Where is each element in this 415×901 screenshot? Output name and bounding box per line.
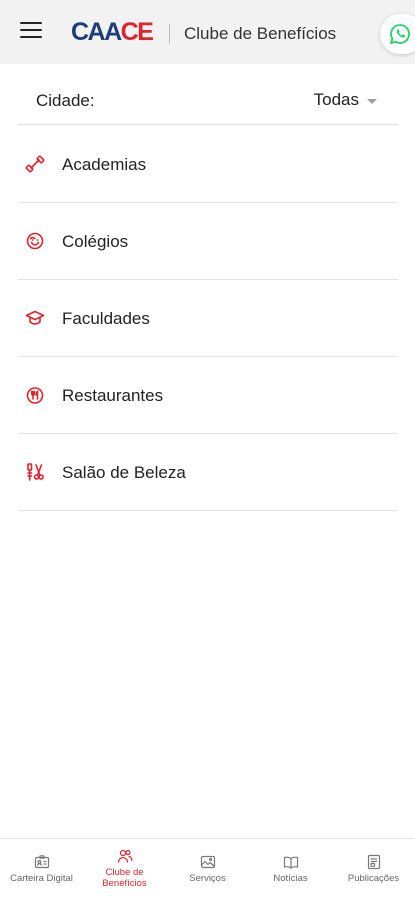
nav-label: Serviços: [189, 873, 226, 884]
nav-label: Carteira Digital: [10, 873, 73, 884]
category-label: Restaurantes: [62, 386, 164, 405]
page-title: Clube de Benefícios: [184, 24, 337, 43]
nav-item-servicos[interactable]: Serviços: [166, 839, 249, 901]
menu-icon[interactable]: [20, 22, 42, 40]
nav-label: Publicações: [347, 873, 400, 884]
city-label: Cidade:: [36, 91, 95, 110]
category-label: Salão de Beleza: [62, 463, 186, 482]
dropdown-arrow-icon: [367, 98, 377, 104]
beauty-salon-icon: [27, 463, 44, 481]
filter-divider: [18, 124, 398, 125]
bottom-navigation: Carteira Digital Clube de Benefícios Ser…: [0, 838, 415, 901]
whatsapp-icon: [389, 24, 410, 45]
caace-logo[interactable]: CAACE: [71, 18, 154, 46]
header-divider: [169, 24, 170, 44]
city-select[interactable]: Todas: [314, 89, 377, 111]
smile-icon: [26, 232, 44, 250]
category-label: Colégios: [62, 232, 129, 251]
category-label: Academias: [62, 155, 147, 174]
nav-item-clube-de-beneficios[interactable]: Clube de Benefícios: [83, 839, 166, 901]
nav-item-noticias[interactable]: Notícias: [249, 839, 332, 901]
group-icon: [117, 849, 132, 863]
city-select-value: Todas: [313, 90, 359, 109]
news-icon: [283, 856, 298, 869]
publications-icon: [367, 854, 380, 870]
nav-item-publicacoes[interactable]: Publicações: [332, 839, 415, 901]
app-header: CAACE Clube de Benefícios: [0, 0, 415, 64]
category-item-colegios[interactable]: Colégios: [18, 203, 398, 280]
nav-label: Clube de Benefícios: [102, 867, 147, 889]
category-item-faculdades[interactable]: Faculdades: [18, 280, 398, 357]
category-item-academias[interactable]: Academias: [18, 126, 398, 203]
category-label: Faculdades: [62, 309, 150, 328]
graduation-cap-icon: [25, 310, 45, 325]
nav-item-carteira-digital[interactable]: Carteira Digital: [0, 839, 83, 901]
category-list: Academias Colégios Faculdades Restaurant…: [18, 126, 398, 511]
category-item-salao-de-beleza[interactable]: Salão de Beleza: [18, 434, 398, 511]
logo-text-red: CE: [120, 18, 154, 46]
id-card-icon: [34, 855, 49, 869]
whatsapp-button[interactable]: [380, 14, 415, 54]
logo-text-blue: CAA: [71, 18, 122, 46]
category-item-restaurantes[interactable]: Restaurantes: [18, 357, 398, 434]
dumbbell-icon: [25, 155, 45, 173]
services-icon: [200, 855, 215, 869]
restaurant-icon: [26, 387, 44, 404]
nav-label: Notícias: [273, 873, 308, 884]
city-filter-row: Cidade: Todas: [0, 64, 415, 126]
